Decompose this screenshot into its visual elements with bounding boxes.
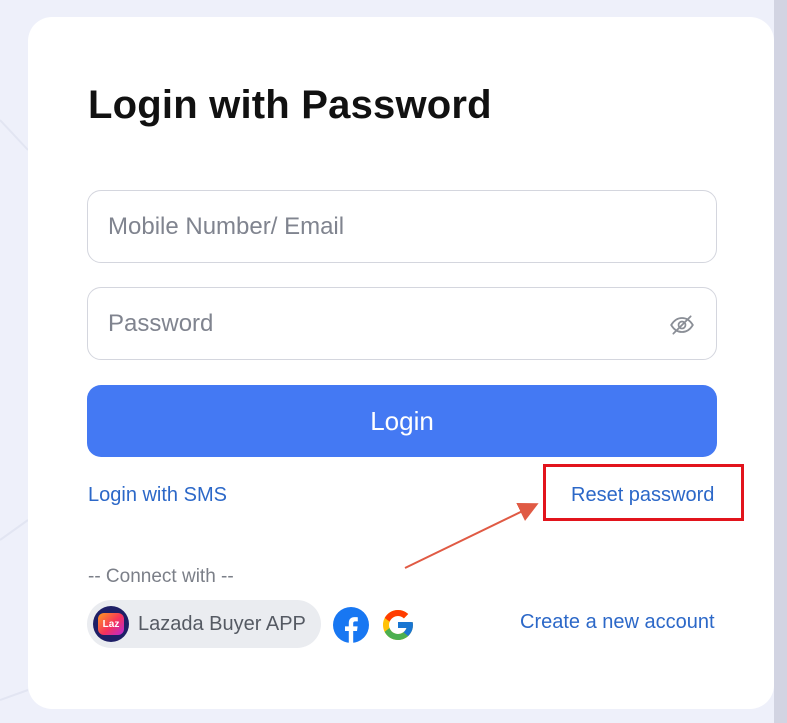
- password-field-container: [87, 287, 717, 360]
- eye-slash-icon[interactable]: [668, 311, 696, 339]
- lazada-logo-icon: Laz: [93, 606, 129, 642]
- reset-password-highlight: [543, 464, 744, 521]
- password-field[interactable]: [88, 288, 716, 359]
- login-button[interactable]: Login: [87, 385, 717, 457]
- create-account-link[interactable]: Create a new account: [520, 611, 715, 634]
- login-card: Login with Password Login Login with SMS…: [28, 17, 774, 709]
- email-field-container: [87, 190, 717, 263]
- lazada-button-label: Lazada Buyer APP: [138, 612, 306, 635]
- google-icon[interactable]: [380, 607, 416, 643]
- scrollbar-track: [774, 0, 787, 723]
- login-with-sms-link[interactable]: Login with SMS: [88, 484, 227, 507]
- email-field[interactable]: [88, 191, 716, 262]
- facebook-icon[interactable]: [333, 607, 369, 643]
- lazada-buyer-app-button[interactable]: Laz Lazada Buyer APP: [87, 600, 321, 648]
- connect-with-label: -- Connect with --: [88, 566, 234, 587]
- page-title: Login with Password: [88, 83, 492, 127]
